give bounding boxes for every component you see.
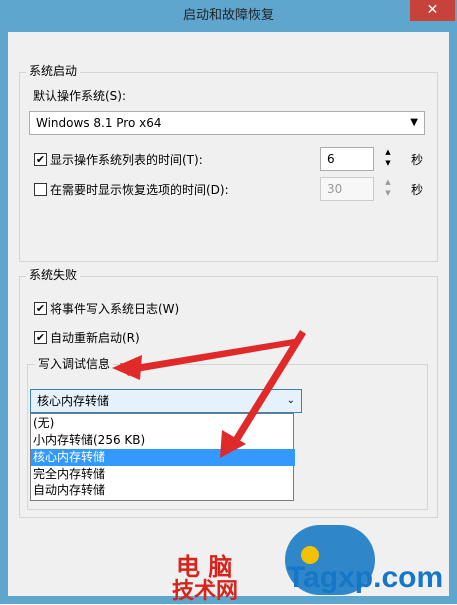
watermark-site: Tagxp.com <box>287 561 444 594</box>
dialog-window: 启动和故障恢复 ✕ 系统启动 默认操作系统(S): Windows 8.1 Pr… <box>0 0 457 604</box>
arrow-to-legend <box>120 338 300 376</box>
watermark-line2: 技术网 <box>172 578 239 604</box>
arrow-head-legend <box>112 355 142 380</box>
annotation-arrows <box>112 330 306 458</box>
